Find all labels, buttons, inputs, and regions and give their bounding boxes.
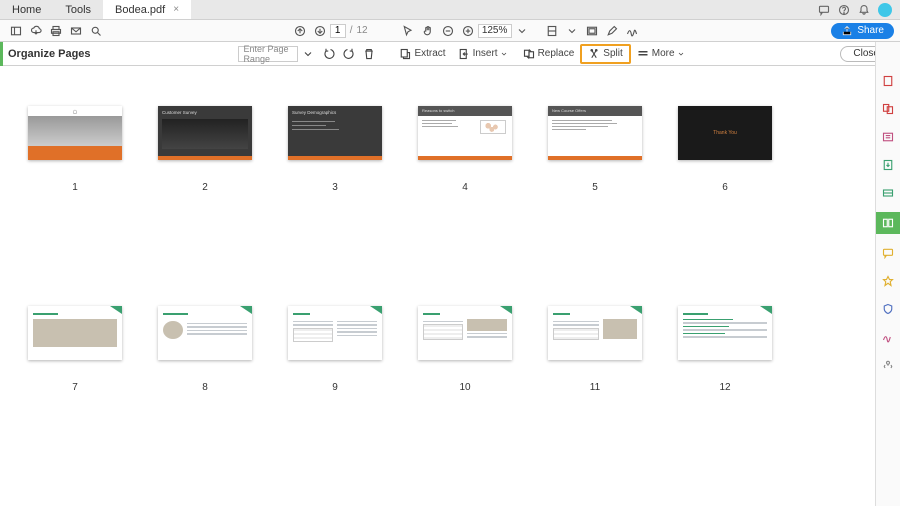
delete-icon[interactable]: [359, 44, 379, 64]
page-thumb[interactable]: 12: [660, 306, 790, 476]
more-tools-icon[interactable]: [879, 356, 897, 374]
page-number: 8: [202, 382, 208, 393]
page-number-input[interactable]: [330, 24, 346, 38]
rotate-ccw-icon[interactable]: [319, 44, 339, 64]
tool-rail: [875, 42, 900, 506]
page-thumb[interactable]: Thank You6: [660, 106, 790, 276]
cloud-save-icon[interactable]: [26, 21, 46, 41]
share-button[interactable]: Share: [831, 23, 894, 39]
page-thumb[interactable]: 9: [270, 306, 400, 476]
export-pdf-icon[interactable]: [879, 156, 897, 174]
page-number: 12: [719, 382, 730, 393]
zoom-level[interactable]: 125%: [478, 24, 512, 38]
page-thumb[interactable]: Customer Survey2: [140, 106, 270, 276]
range-dropdown-icon[interactable]: [298, 44, 318, 64]
read-mode-icon[interactable]: [582, 21, 602, 41]
tab-home[interactable]: Home: [0, 0, 53, 19]
page-total: 12: [356, 25, 367, 36]
page-number: 4: [462, 182, 468, 193]
hand-icon[interactable]: [418, 21, 438, 41]
rotate-cw-icon[interactable]: [339, 44, 359, 64]
protect-icon[interactable]: [879, 300, 897, 318]
page-thumb[interactable]: Survey Demographics3: [270, 106, 400, 276]
stamp-icon[interactable]: [879, 272, 897, 290]
more-button[interactable]: More: [631, 44, 694, 64]
print-icon[interactable]: [46, 21, 66, 41]
tab-tools[interactable]: Tools: [53, 0, 103, 19]
extract-button[interactable]: Extract: [393, 44, 451, 64]
search-icon[interactable]: [86, 21, 106, 41]
bell-icon[interactable]: [854, 0, 874, 20]
page-number: 10: [459, 382, 470, 393]
replace-label: Replace: [538, 48, 575, 59]
page-thumb[interactable]: 8: [140, 306, 270, 476]
scan-icon[interactable]: [879, 184, 897, 202]
share-label: Share: [857, 25, 884, 36]
page-number: 6: [722, 182, 728, 193]
page-up-icon[interactable]: [290, 21, 310, 41]
active-tool-indicator: [0, 42, 3, 66]
organize-pages-icon[interactable]: [876, 212, 900, 234]
page-sep: /: [350, 25, 353, 36]
page-number: 5: [592, 182, 598, 193]
help-icon[interactable]: [834, 0, 854, 20]
tab-file[interactable]: Bodea.pdf ×: [103, 0, 191, 19]
annotate-icon[interactable]: [602, 21, 622, 41]
extract-label: Extract: [414, 48, 445, 59]
sign-icon[interactable]: [622, 21, 642, 41]
fit-page-icon[interactable]: [542, 21, 562, 41]
insert-button[interactable]: Insert: [452, 44, 517, 64]
page-thumb[interactable]: 7: [10, 306, 140, 476]
page-number: 1: [72, 182, 78, 193]
comment-icon[interactable]: [879, 244, 897, 262]
split-label: Split: [603, 48, 622, 59]
edit-pdf-icon[interactable]: [879, 128, 897, 146]
page-number: 11: [590, 382, 600, 393]
zoom-in-icon[interactable]: [458, 21, 478, 41]
thumbnail-grid: ◯1 Customer Survey2 Survey Demographics3…: [0, 66, 875, 506]
page-number: 9: [332, 382, 338, 393]
page-number: 7: [72, 382, 78, 393]
chat-icon[interactable]: [814, 0, 834, 20]
main-toolbar: / 12 125% Share: [0, 20, 900, 42]
fill-sign-icon[interactable]: [879, 328, 897, 346]
tab-file-label: Bodea.pdf: [115, 4, 165, 16]
page-thumb[interactable]: 11: [530, 306, 660, 476]
page-range-input[interactable]: Enter Page Range: [238, 46, 298, 62]
chevron-down-icon[interactable]: [512, 21, 532, 41]
tab-bar: Home Tools Bodea.pdf ×: [0, 0, 900, 20]
page-down-icon[interactable]: [310, 21, 330, 41]
page-thumb[interactable]: New Course Offers5: [530, 106, 660, 276]
more-label: More: [652, 48, 675, 59]
replace-button[interactable]: Replace: [517, 44, 581, 64]
close-tab-icon[interactable]: ×: [173, 4, 179, 15]
split-button[interactable]: Split: [580, 44, 630, 64]
page-thumb[interactable]: 10: [400, 306, 530, 476]
chevron-down-icon[interactable]: [562, 21, 582, 41]
page-number: 3: [332, 182, 338, 193]
insert-label: Insert: [473, 48, 498, 59]
organize-bar: Organize Pages Enter Page Range Extract …: [0, 42, 900, 66]
sidebar-toggle-icon[interactable]: [6, 21, 26, 41]
page-thumb[interactable]: ◯1: [10, 106, 140, 276]
organize-title: Organize Pages: [8, 48, 91, 60]
page-number: 2: [202, 182, 208, 193]
pointer-icon[interactable]: [398, 21, 418, 41]
email-icon[interactable]: [66, 21, 86, 41]
combine-icon[interactable]: [879, 100, 897, 118]
zoom-out-icon[interactable]: [438, 21, 458, 41]
create-pdf-icon[interactable]: [879, 72, 897, 90]
avatar[interactable]: [878, 3, 892, 17]
page-thumb[interactable]: Reasons to switch4: [400, 106, 530, 276]
